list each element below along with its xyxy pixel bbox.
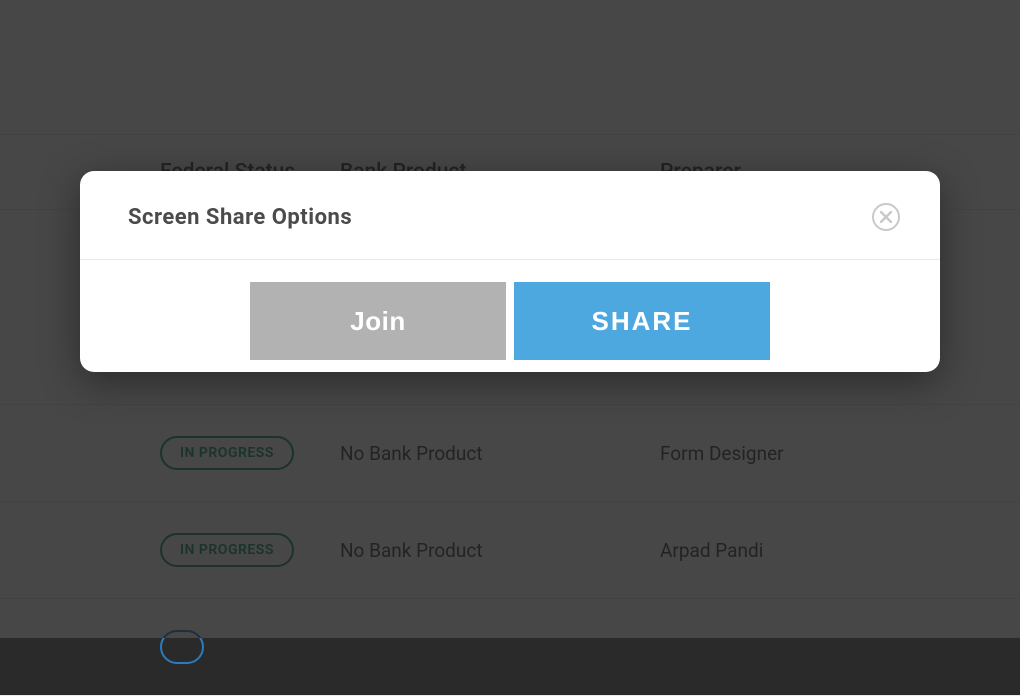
modal-title: Screen Share Options [128, 205, 352, 230]
close-button[interactable] [872, 203, 900, 231]
join-button[interactable]: Join [250, 282, 506, 360]
close-icon [880, 211, 892, 223]
modal-header: Screen Share Options [80, 171, 940, 260]
screen-share-modal: Screen Share Options Join SHARE [80, 171, 940, 372]
share-button[interactable]: SHARE [514, 282, 770, 360]
modal-overlay: Screen Share Options Join SHARE [0, 0, 1020, 638]
modal-body: Join SHARE [80, 260, 940, 372]
